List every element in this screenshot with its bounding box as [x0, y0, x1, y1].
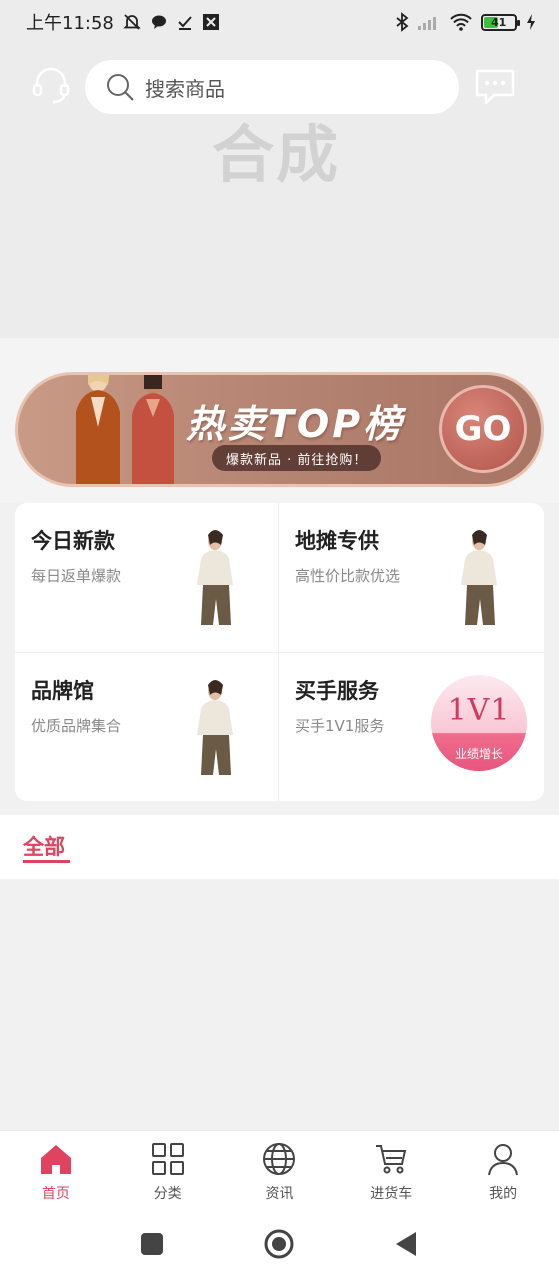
feature-subtitle: 高性价比款优选: [295, 567, 401, 585]
message-icon[interactable]: [474, 67, 516, 107]
app-notification-icon: [202, 14, 219, 30]
hot-top-banner[interactable]: 热卖TOP榜 爆款新品 · 前往抢购！ GO: [15, 372, 544, 487]
recent-apps-button[interactable]: [140, 1232, 164, 1256]
bluetooth-icon: [396, 12, 409, 32]
status-bar: 上午11:58 41: [0, 0, 559, 44]
go-button[interactable]: GO: [439, 385, 527, 473]
feature-grid: 今日新款 每日返单爆款 地摊专供 高性价比款优选 品牌馆 优质品牌集合 买手服务…: [15, 503, 544, 801]
feature-buyer-service[interactable]: 买手服务 买手1V1服务 1V1 业绩增长: [279, 653, 543, 801]
chat-bubble-icon: [151, 15, 166, 29]
back-button[interactable]: [394, 1230, 418, 1258]
wifi-icon: [450, 13, 472, 31]
tab-active-indicator: [23, 860, 70, 863]
feature-title: 买手服务: [295, 679, 379, 703]
system-navigation-bar: [0, 1208, 559, 1280]
feature-subtitle: 买手1V1服务: [295, 717, 385, 735]
model-image: [461, 530, 497, 625]
nav-label: 进货车: [370, 1186, 413, 1202]
check-icon: [178, 16, 192, 30]
status-time: 上午11:58: [26, 13, 114, 34]
feature-title: 今日新款: [31, 529, 115, 553]
model-image: [197, 680, 233, 775]
globe-icon: [263, 1143, 296, 1175]
search-placeholder: 搜索商品: [145, 76, 225, 101]
nav-category[interactable]: 分类: [112, 1131, 224, 1208]
tab-all[interactable]: 全部: [23, 831, 65, 861]
user-icon: [488, 1144, 519, 1176]
home-icon: [40, 1145, 71, 1174]
1v1-badge: 1V1 业绩增长: [431, 675, 527, 771]
banner-subtitle: 爆款新品 · 前往抢购！: [212, 445, 382, 471]
badge-sub-text: 业绩增长: [454, 747, 503, 761]
nav-label: 资讯: [265, 1186, 294, 1202]
nav-cart[interactable]: 进货车: [335, 1131, 447, 1208]
bottom-nav: 首页 分类 资讯 进货车 我的: [0, 1130, 559, 1208]
banner-title: 热卖TOP榜: [186, 402, 405, 446]
charging-icon: [527, 14, 535, 30]
battery-indicator: 41: [481, 13, 520, 31]
nav-news[interactable]: 资讯: [224, 1131, 336, 1208]
nav-label: 分类: [153, 1186, 182, 1202]
feature-title: 地摊专供: [295, 529, 379, 553]
feature-street-stall[interactable]: 地摊专供 高性价比款优选: [279, 503, 543, 652]
models-image: [76, 375, 174, 484]
home-button[interactable]: [263, 1228, 295, 1260]
feature-title: 品牌馆: [31, 679, 94, 703]
mute-bell-icon: [123, 14, 141, 30]
search-icon: [107, 74, 134, 101]
watermark-text: 合成: [212, 118, 341, 191]
hero-area: 搜索商品 合成: [0, 44, 559, 338]
feature-subtitle: 优质品牌集合: [31, 717, 122, 735]
cart-icon: [376, 1145, 407, 1174]
nav-home[interactable]: 首页: [0, 1131, 112, 1208]
feature-new-today[interactable]: 今日新款 每日返单爆款: [15, 503, 279, 652]
badge-main-text: 1V1: [447, 693, 511, 728]
customer-service-icon[interactable]: [30, 65, 72, 107]
model-image: [197, 530, 233, 625]
feature-brand-hall[interactable]: 品牌馆 优质品牌集合: [15, 653, 279, 801]
category-tabs: 全部: [0, 815, 559, 879]
banner-section: 热卖TOP榜 爆款新品 · 前往抢购！ GO: [0, 338, 559, 503]
nav-label: 首页: [41, 1186, 70, 1202]
nav-profile[interactable]: 我的: [447, 1131, 559, 1208]
grid-icon: [151, 1143, 184, 1175]
feature-subtitle: 每日返单爆款: [31, 567, 122, 585]
signal-icon: [418, 17, 436, 30]
nav-label: 我的: [489, 1186, 518, 1202]
